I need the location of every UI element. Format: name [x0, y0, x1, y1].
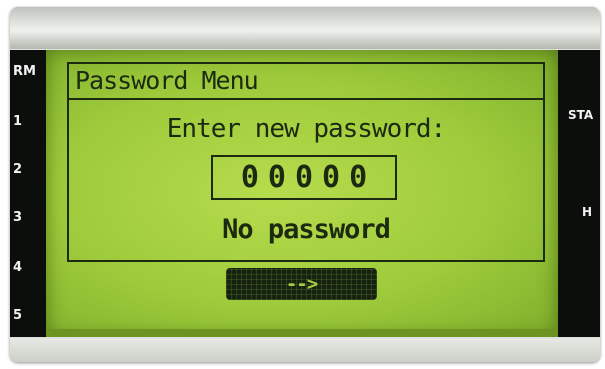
- menu-title-bar: Password Menu: [69, 64, 543, 100]
- password-status: No password: [222, 214, 391, 245]
- password-menu-panel: Password Menu Enter new password: 00000 …: [67, 62, 545, 262]
- left-label-4: 4: [13, 260, 23, 275]
- right-label-strip: STA H: [556, 50, 600, 337]
- device-top-bezel: [10, 7, 600, 49]
- next-arrow-label: -->: [285, 273, 318, 295]
- password-field-value: 00000: [240, 160, 377, 195]
- left-label-3: 3: [13, 210, 23, 225]
- right-label-sta: STA: [568, 108, 594, 122]
- left-label-5: 5: [13, 308, 23, 323]
- menu-title: Password Menu: [75, 66, 259, 95]
- next-arrow-button[interactable]: -->: [226, 268, 377, 300]
- right-label-h: H: [582, 205, 593, 219]
- left-label-1: 1: [13, 114, 23, 129]
- left-label-2: 2: [13, 162, 23, 177]
- lcd-screen: Password Menu Enter new password: 00000 …: [46, 50, 558, 337]
- left-label-rm: RM: [13, 64, 36, 79]
- password-field[interactable]: 00000: [211, 155, 397, 200]
- left-label-strip: RM 1 2 3 4 5: [10, 50, 48, 337]
- password-prompt: Enter new password:: [166, 114, 446, 144]
